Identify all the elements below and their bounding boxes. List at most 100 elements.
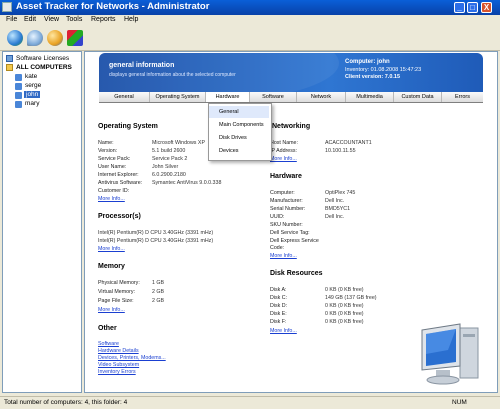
reports-icon[interactable] bbox=[67, 30, 83, 46]
memory-more-info-link[interactable]: More Info... bbox=[98, 307, 125, 313]
memory-value: 2 GB bbox=[152, 289, 165, 295]
os-label: Version: bbox=[98, 148, 118, 154]
os-value: John Silver bbox=[152, 164, 179, 170]
maximize-button[interactable]: □ bbox=[467, 2, 478, 13]
menu-edit[interactable]: Edit bbox=[24, 16, 36, 23]
computer-name: Computer: john bbox=[345, 59, 390, 65]
memory-value: 1 GB bbox=[152, 280, 165, 286]
network-label: Host Name: bbox=[270, 140, 298, 146]
hardware-label: Dell Service Tag: bbox=[270, 230, 310, 236]
tree-all-computers[interactable]: ALL COMPUTERS bbox=[16, 64, 72, 71]
hardware-label: UUID: bbox=[270, 214, 285, 220]
menu-tools[interactable]: Tools bbox=[66, 16, 82, 23]
tree-computer-mary[interactable]: mary bbox=[25, 100, 39, 107]
licenses-icon bbox=[6, 55, 13, 62]
tab-general[interactable]: General bbox=[99, 92, 149, 102]
disk-label: Disk E: bbox=[270, 311, 287, 317]
tab-bar: General Operating System Hardware Softwa… bbox=[99, 92, 483, 103]
window-title: Asset Tracker for Networks - Administrat… bbox=[16, 1, 210, 12]
hardware-value: OptiPlex 745 bbox=[325, 190, 356, 196]
memory-label: Virtual Memory: bbox=[98, 289, 135, 295]
computer-tree: Software Licenses ALL COMPUTERS kate ser… bbox=[2, 51, 82, 393]
dropdown-general[interactable]: General bbox=[209, 106, 269, 118]
os-value: 6.0.2900.2180 bbox=[152, 172, 186, 178]
tree-computer-serge[interactable]: serge bbox=[25, 82, 41, 89]
tab-multimedia[interactable]: Multimedia bbox=[345, 92, 393, 102]
os-more-info-link[interactable]: More Info... bbox=[98, 196, 125, 202]
other-link-inventory-errors[interactable]: Inventory Errors bbox=[98, 369, 136, 375]
os-value: Microsoft Windows XP bbox=[152, 140, 205, 146]
disk-more-info-link[interactable]: More Info... bbox=[270, 328, 297, 334]
disk-value: 0 KB (0 KB free) bbox=[325, 287, 364, 293]
toolbar bbox=[0, 27, 500, 51]
memory-value: 2 GB bbox=[152, 298, 165, 304]
processor-item: Intel(R) Pentium(R) D CPU 3.40GHz (3391 … bbox=[98, 230, 214, 236]
network-value: ACACCOUNTANT1 bbox=[325, 140, 372, 146]
tree-computer-john[interactable]: john bbox=[24, 91, 41, 98]
os-label: Name: bbox=[98, 140, 114, 146]
search-icon[interactable] bbox=[27, 30, 43, 46]
processor-heading: Processor(s) bbox=[98, 213, 141, 220]
network-value: 10.100.11.55 bbox=[325, 148, 356, 154]
dropdown-disk-drives[interactable]: Disk Drives bbox=[209, 132, 269, 144]
dropdown-main-components[interactable]: Main Components bbox=[209, 119, 269, 131]
num-lock-indicator: NUM bbox=[452, 399, 467, 406]
header-title: general information bbox=[109, 62, 175, 69]
hardware-heading: Hardware bbox=[270, 173, 302, 180]
hardware-label: Serial Number: bbox=[270, 206, 306, 212]
menu-view[interactable]: View bbox=[44, 16, 59, 23]
close-button[interactable]: X bbox=[481, 2, 492, 13]
menu-file[interactable]: File bbox=[6, 16, 17, 23]
network-label: IP Address: bbox=[270, 148, 297, 154]
status-bar: Total number of computers: 4, this folde… bbox=[0, 396, 500, 409]
client-version: Client version: 7.0.15 bbox=[345, 74, 401, 80]
tab-hardware[interactable]: Hardware bbox=[205, 92, 249, 102]
disk-label: Disk D: bbox=[270, 303, 288, 309]
disk-label: Disk A: bbox=[270, 287, 287, 293]
os-label: Customer ID: bbox=[98, 188, 130, 194]
menu-reports[interactable]: Reports bbox=[91, 16, 116, 23]
app-icon bbox=[2, 2, 12, 12]
status-text: Total number of computers: 4, this folde… bbox=[4, 399, 128, 406]
menu-help[interactable]: Help bbox=[124, 16, 138, 23]
inventory-date: Inventory: 01.08.2008 15:47:23 bbox=[345, 67, 422, 73]
networking-more-info-link[interactable]: More Info... bbox=[270, 156, 297, 162]
processor-more-info-link[interactable]: More Info... bbox=[98, 246, 125, 252]
title-bar: Asset Tracker for Networks - Administrat… bbox=[0, 0, 500, 15]
hardware-label: SKU Number: bbox=[270, 222, 303, 228]
memory-label: Physical Memory: bbox=[98, 280, 140, 286]
other-link-devices[interactable]: Devices, Printers, Modems... bbox=[98, 355, 166, 361]
disk-value: 149 GB (137 GB free) bbox=[325, 295, 377, 301]
tab-software[interactable]: Software bbox=[249, 92, 296, 102]
info-header: general information displays general inf… bbox=[99, 53, 483, 93]
folder-icon bbox=[6, 64, 13, 71]
hardware-value: BMD5YC1 bbox=[325, 206, 351, 212]
tab-errors[interactable]: Errors bbox=[441, 92, 483, 102]
os-value: Symantec AntiVirus 9.0.0.338 bbox=[152, 180, 222, 186]
network-icon[interactable] bbox=[47, 30, 63, 46]
os-label: User Name: bbox=[98, 164, 127, 170]
disk-value: 0 KB (0 KB free) bbox=[325, 311, 364, 317]
os-label: Internet Explorer: bbox=[98, 172, 139, 178]
globe-icon[interactable] bbox=[7, 30, 23, 46]
computer-illustration bbox=[421, 323, 479, 385]
minimize-button[interactable]: _ bbox=[454, 2, 465, 13]
other-link-software[interactable]: Software bbox=[98, 341, 119, 347]
hardware-more-info-link[interactable]: More Info... bbox=[270, 253, 297, 259]
tab-operating-system[interactable]: Operating System bbox=[149, 92, 205, 102]
tree-software-licenses[interactable]: Software Licenses bbox=[16, 55, 69, 62]
tree-computer-kate[interactable]: kate bbox=[25, 73, 37, 80]
other-link-hardware-details[interactable]: Hardware Details bbox=[98, 348, 139, 354]
disk-value: 0 KB (0 KB free) bbox=[325, 303, 364, 309]
processor-item: Intel(R) Pentium(R) D CPU 3.40GHz (3391 … bbox=[98, 238, 214, 244]
computer-icon bbox=[15, 101, 22, 108]
disk-heading: Disk Resources bbox=[270, 270, 323, 277]
computer-icon bbox=[15, 83, 22, 90]
tab-custom-data[interactable]: Custom Data bbox=[393, 92, 441, 102]
other-link-video-subsystem[interactable]: Video Subsystem bbox=[98, 362, 139, 368]
hardware-value: Dell Inc. bbox=[325, 214, 345, 220]
os-value: Service Pack 2 bbox=[152, 156, 188, 162]
tab-network[interactable]: Network bbox=[296, 92, 345, 102]
dropdown-devices[interactable]: Devices bbox=[209, 145, 269, 157]
disk-label: Disk F: bbox=[270, 319, 287, 325]
